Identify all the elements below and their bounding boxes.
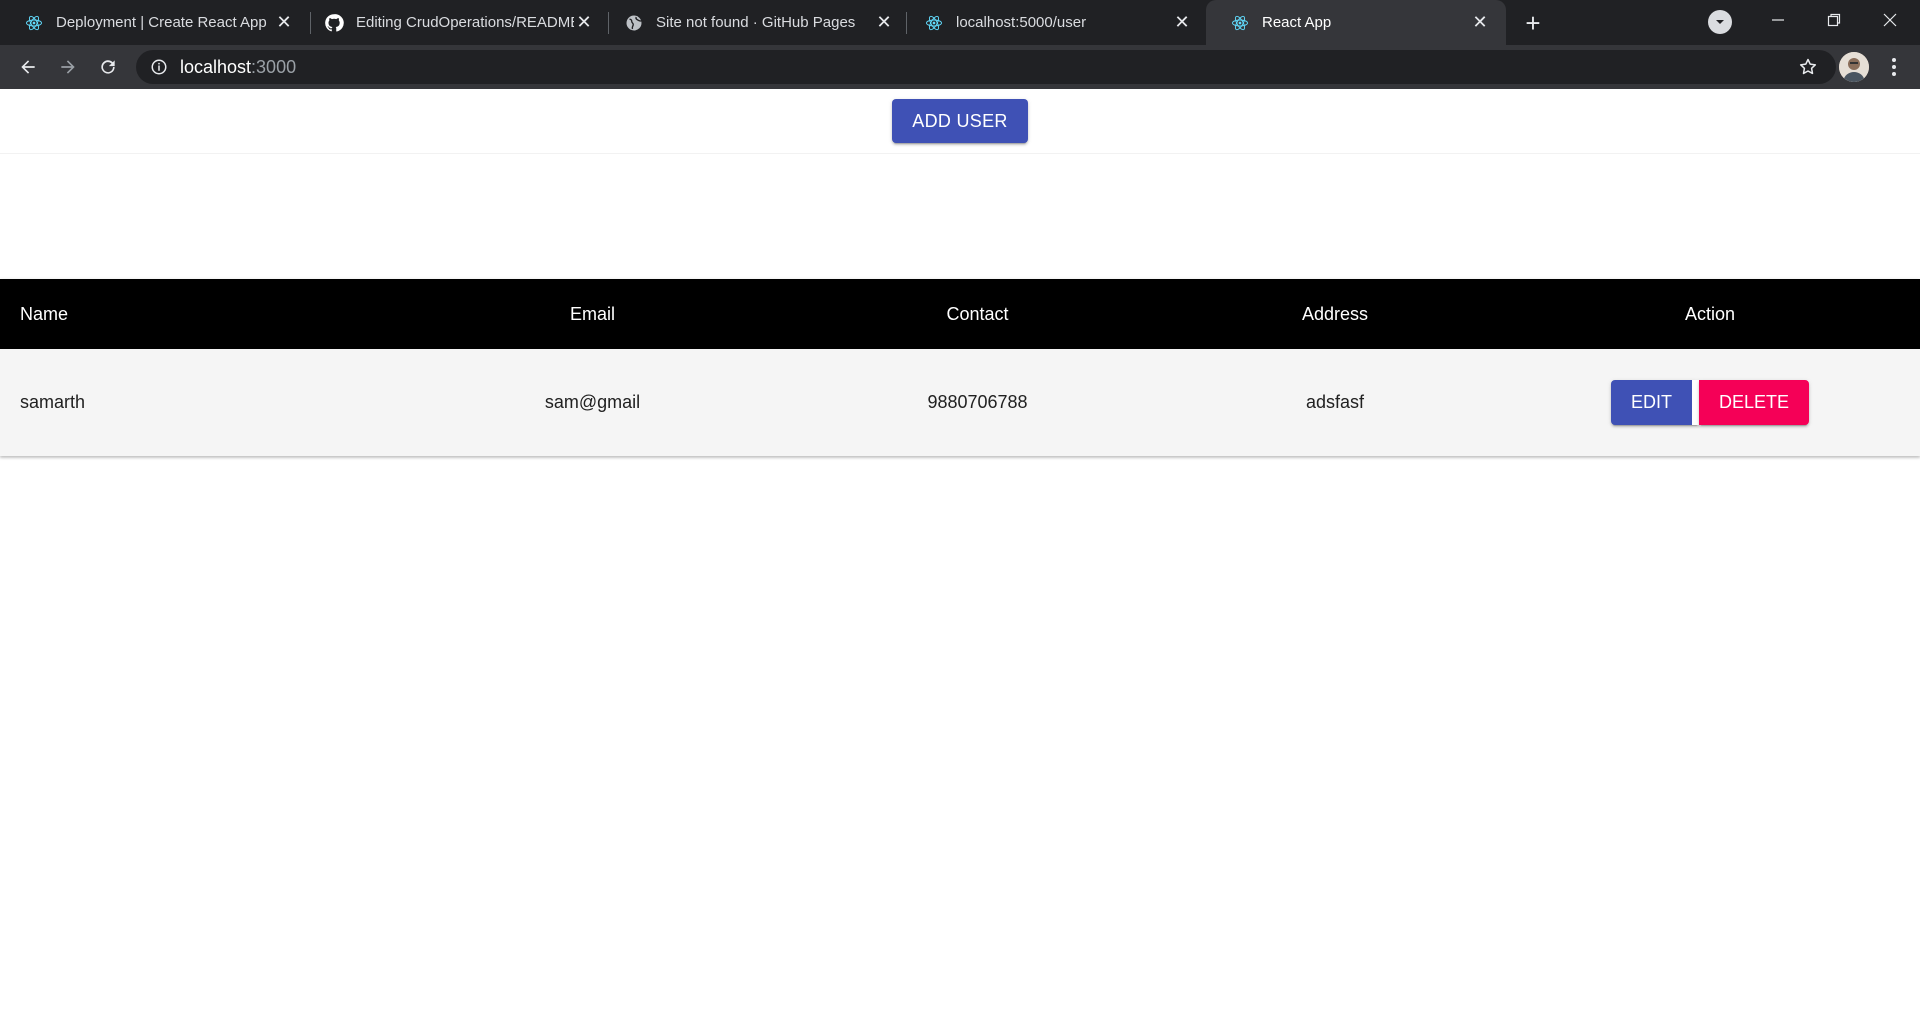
address-bar[interactable]: localhost:3000 [136, 50, 1836, 84]
close-icon[interactable]: ✕ [574, 12, 594, 33]
delete-button[interactable]: DELETE [1698, 380, 1810, 425]
close-icon[interactable]: ✕ [874, 12, 894, 33]
tab-search-chevron-icon[interactable] [1708, 10, 1732, 34]
tab-title: React App [1262, 14, 1332, 31]
cell-name: samarth [20, 392, 86, 412]
window-close-icon[interactable] [1862, 0, 1918, 40]
cell-action: EDIT DELETE [1500, 349, 1920, 456]
forward-arrow-icon[interactable] [52, 51, 84, 83]
tab-localhost-5000[interactable]: localhost:5000/user ✕ [900, 0, 1208, 45]
page-content: ADD USER Name Email Contact Address Acti… [0, 89, 1920, 1030]
info-icon[interactable] [150, 58, 168, 76]
users-table-container: Name Email Contact Address Action samart… [0, 279, 1920, 456]
restore-icon[interactable] [1806, 0, 1862, 40]
edit-button[interactable]: EDIT [1610, 380, 1699, 425]
tab-title: localhost:5000/user [956, 14, 1087, 31]
close-icon[interactable]: ✕ [1172, 12, 1192, 33]
new-tab-plus-icon[interactable]: + [1518, 8, 1548, 38]
browser-toolbar: localhost:3000 [0, 45, 1920, 89]
react-icon [924, 13, 944, 33]
profile-avatar[interactable] [1839, 52, 1869, 82]
add-user-button[interactable]: ADD USER [892, 99, 1028, 143]
table-header: Name Email Contact Address Action [0, 279, 1920, 349]
close-icon[interactable]: ✕ [274, 12, 294, 33]
header-address: Address [1301, 303, 1369, 324]
users-table: Name Email Contact Address Action samart… [0, 279, 1920, 456]
tab-strip: Deployment | Create React App ✕ Editing … [0, 0, 1920, 45]
reload-icon[interactable] [92, 51, 124, 83]
table-header-row: Name Email Contact Address Action [0, 279, 1920, 349]
header-action: Action [1684, 303, 1736, 324]
table-row: samarth sam@gmail 9880706788 adsfasf EDI… [0, 349, 1920, 456]
close-icon[interactable]: ✕ [1470, 12, 1490, 33]
action-button-group: EDIT DELETE [1610, 380, 1810, 425]
tab-site-not-found[interactable]: Site not found · GitHub Pages ✕ [600, 0, 910, 45]
cell-address: adsfasf [1305, 392, 1365, 412]
tab-deployment[interactable]: Deployment | Create React App ✕ [0, 0, 310, 45]
top-bar: ADD USER [0, 89, 1920, 154]
globe-icon [624, 13, 644, 33]
minimize-icon[interactable] [1750, 0, 1806, 40]
header-name: Name [20, 303, 69, 324]
cell-contact: 9880706788 [927, 392, 1028, 412]
github-icon [324, 13, 344, 33]
table-body: samarth sam@gmail 9880706788 adsfasf EDI… [0, 349, 1920, 456]
bookmark-star-icon[interactable] [1798, 57, 1818, 82]
url-text: localhost:3000 [180, 57, 296, 78]
tab-react-app[interactable]: React App ✕ [1206, 0, 1506, 45]
tab-editing-readme[interactable]: Editing CrudOperations/README.md ✕ [300, 0, 610, 45]
header-contact: Contact [946, 303, 1009, 324]
url-port: :3000 [251, 56, 297, 77]
react-icon [1230, 13, 1250, 33]
header-email: Email [569, 303, 615, 324]
tab-title: Deployment | Create React App [56, 14, 267, 31]
react-icon [24, 13, 44, 33]
back-arrow-icon[interactable] [12, 51, 44, 83]
tab-title: Editing CrudOperations/README.md [356, 14, 574, 31]
tab-title: Site not found · GitHub Pages [656, 14, 856, 31]
menu-kebab-icon[interactable] [1880, 53, 1908, 81]
cell-email: sam@gmail [544, 392, 641, 412]
url-host: localhost [180, 56, 252, 77]
